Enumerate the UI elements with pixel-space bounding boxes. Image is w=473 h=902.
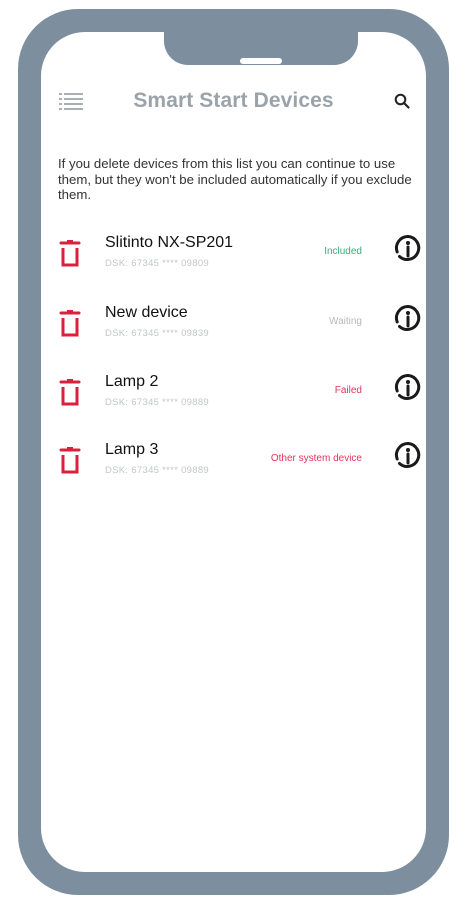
trash-icon[interactable]: [57, 239, 83, 269]
search-icon[interactable]: [394, 93, 410, 109]
device-dsk: DSK: 67345 **** 09889: [105, 465, 210, 476]
device-name: New device: [105, 304, 188, 321]
device-status: Failed: [334, 385, 362, 396]
device-status: Included: [324, 246, 362, 257]
page-title: Smart Start Devices: [133, 89, 334, 112]
info-icon[interactable]: [394, 234, 422, 262]
trash-icon[interactable]: [57, 378, 83, 408]
device-name: Slitinto NX-SP201: [105, 234, 234, 251]
device-row: Lamp 3 DSK: 67345 **** 09889 Other syste…: [41, 441, 426, 491]
phone-speaker: [240, 58, 282, 64]
device-dsk: DSK: 67345 **** 09809: [105, 258, 210, 269]
device-status: Other system device: [270, 453, 362, 464]
device-name: Lamp 2: [105, 373, 159, 390]
device-status: Waiting: [329, 316, 362, 327]
device-dsk: DSK: 67345 **** 09839: [105, 328, 210, 339]
trash-icon[interactable]: [57, 446, 83, 476]
app-screen: Smart Start Devices If you delete device…: [41, 32, 426, 872]
device-row: Slitinto NX-SP201 DSK: 67345 **** 09809 …: [41, 234, 426, 284]
device-row: Lamp 2 DSK: 67345 **** 09889 Failed: [41, 373, 426, 423]
device-row: New device DSK: 67345 **** 09839 Waiting: [41, 304, 426, 354]
intro-text: If you delete devices from this list you…: [58, 156, 412, 203]
info-icon[interactable]: [394, 373, 422, 401]
phone-frame: Smart Start Devices If you delete device…: [18, 9, 449, 895]
trash-icon[interactable]: [57, 309, 83, 339]
device-name: Lamp 3: [105, 441, 159, 458]
app-header: Smart Start Devices: [41, 87, 426, 127]
info-icon[interactable]: [394, 304, 422, 332]
info-icon[interactable]: [394, 441, 422, 469]
device-dsk: DSK: 67345 **** 09889: [105, 397, 210, 408]
